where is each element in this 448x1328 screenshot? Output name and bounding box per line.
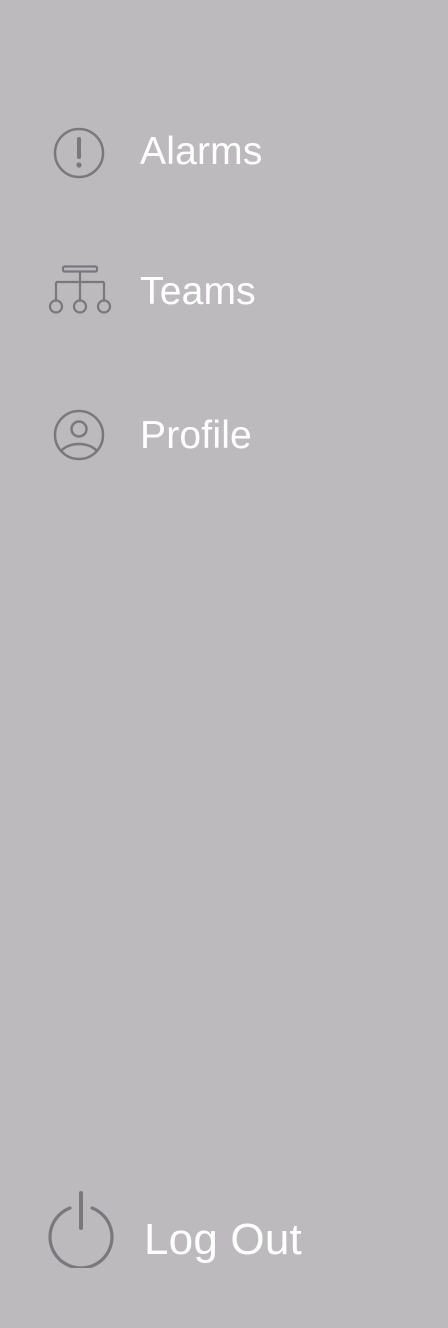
nav-item-label: Alarms: [140, 130, 263, 173]
profile-user-icon: [52, 408, 106, 462]
nav-item-alarms[interactable]: Alarms: [0, 100, 448, 200]
alarm-exclamation-icon: [52, 126, 106, 180]
nav-item-label: Teams: [140, 270, 256, 313]
teams-hierarchy-icon: [48, 264, 112, 316]
logout-label: Log Out: [144, 1215, 302, 1264]
nav-item-teams[interactable]: Teams: [0, 240, 448, 340]
logout-button[interactable]: Log Out: [0, 1186, 448, 1276]
power-icon: [47, 1190, 115, 1268]
nav-item-profile[interactable]: Profile: [0, 384, 448, 484]
navigation-drawer: Alarms Teams Profile Log Out: [0, 0, 448, 1328]
nav-item-label: Profile: [140, 414, 252, 457]
